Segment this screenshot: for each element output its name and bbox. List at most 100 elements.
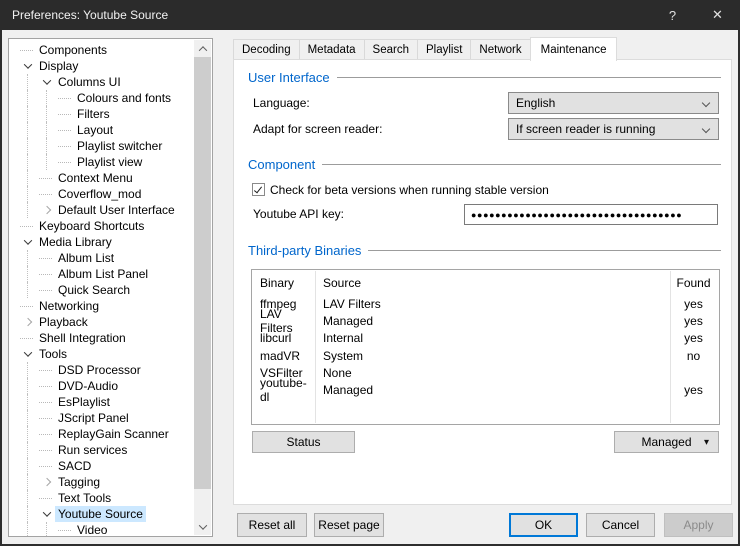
- tree-item-dvd-audio[interactable]: DVD-Audio: [9, 378, 212, 394]
- chevron-right-icon[interactable]: [19, 314, 36, 330]
- chevron-right-icon[interactable]: [38, 474, 55, 490]
- column-header-binary[interactable]: Binary: [252, 276, 315, 290]
- cell-source: System: [315, 349, 668, 363]
- section-divider: [368, 250, 721, 251]
- tree-item-media-library[interactable]: Media Library: [9, 234, 212, 250]
- tree-item-label: EsPlaylist: [55, 394, 113, 410]
- apply-button: Apply: [664, 513, 733, 537]
- table-header[interactable]: Binary Source Found: [252, 273, 719, 293]
- tree-item-tools[interactable]: Tools: [9, 346, 212, 362]
- chevron-down-icon[interactable]: [19, 234, 36, 250]
- tree-item-esplaylist[interactable]: EsPlaylist: [9, 394, 212, 410]
- tree-item-label: Tagging: [55, 474, 103, 490]
- chevron-down-icon[interactable]: [38, 506, 55, 522]
- cancel-button[interactable]: Cancel: [586, 513, 655, 537]
- cell-source: Managed: [315, 383, 668, 397]
- tree-item-networking[interactable]: Networking: [9, 298, 212, 314]
- tree-connector: [38, 490, 55, 506]
- tree-item-jscript-panel[interactable]: JScript Panel: [9, 410, 212, 426]
- tree-item-youtube-source[interactable]: Youtube Source: [9, 506, 212, 522]
- api-key-label: Youtube API key:: [253, 207, 344, 221]
- table-row[interactable]: madVR System no: [252, 347, 719, 364]
- ok-button[interactable]: OK: [509, 513, 578, 537]
- close-button[interactable]: ✕: [695, 0, 740, 30]
- tab-decoding[interactable]: Decoding: [233, 39, 300, 60]
- chevron-down-icon: [702, 99, 710, 107]
- reset-page-button[interactable]: Reset page: [314, 513, 384, 537]
- api-key-field[interactable]: ●●●●●●●●●●●●●●●●●●●●●●●●●●●●●●●●●●●: [464, 204, 718, 225]
- tree-item-tagging[interactable]: Tagging: [9, 474, 212, 490]
- column-header-source[interactable]: Source: [315, 276, 668, 290]
- tree-item-label: SACD: [55, 458, 94, 474]
- section-third-party-binaries: Third-party Binaries: [248, 242, 721, 259]
- tree-item-layout[interactable]: Layout: [9, 122, 212, 138]
- cell-source: LAV Filters: [315, 297, 668, 311]
- chevron-down-icon[interactable]: [19, 346, 36, 362]
- source-dropdown-button[interactable]: Managed ▾: [614, 431, 719, 453]
- tree-item-album-list-panel[interactable]: Album List Panel: [9, 266, 212, 282]
- tree-item-default-user-interface[interactable]: Default User Interface: [9, 202, 212, 218]
- table-row[interactable]: ffmpeg LAV Filters yes: [252, 295, 719, 312]
- cell-binary: youtube-dl: [252, 376, 315, 404]
- scroll-up-icon[interactable]: [194, 40, 211, 57]
- tree-item-colours-and-fonts[interactable]: Colours and fonts: [9, 90, 212, 106]
- tree-item-label: Album List: [55, 250, 117, 266]
- screen-reader-select[interactable]: If screen reader is running: [508, 118, 719, 140]
- table-row[interactable]: VSFilter None: [252, 364, 719, 381]
- help-button[interactable]: ?: [650, 0, 695, 30]
- tree-item-label: Quick Search: [55, 282, 133, 298]
- column-header-found[interactable]: Found: [668, 276, 719, 290]
- tree-item-coverflow-mod[interactable]: Coverflow_mod: [9, 186, 212, 202]
- tree-item-playlist-switcher[interactable]: Playlist switcher: [9, 138, 212, 154]
- tree-scrollbar[interactable]: [194, 40, 211, 535]
- tree-connector: [57, 106, 74, 122]
- tree-item-label: Text Tools: [55, 490, 114, 506]
- section-divider: [337, 77, 721, 78]
- tree-item-display[interactable]: Display: [9, 58, 212, 74]
- checkmark-icon: [254, 185, 262, 194]
- tree-item-filters[interactable]: Filters: [9, 106, 212, 122]
- status-button[interactable]: Status: [252, 431, 355, 453]
- tree-item-label: Playback: [36, 314, 91, 330]
- tree-item-columns-ui[interactable]: Columns UI: [9, 74, 212, 90]
- tree-item-quick-search[interactable]: Quick Search: [9, 282, 212, 298]
- cell-binary: madVR: [252, 349, 315, 363]
- tree-item-components[interactable]: Components: [9, 42, 212, 58]
- tree-connector: [57, 138, 74, 154]
- tab-strip: Decoding Metadata Search Playlist Networ…: [233, 36, 616, 60]
- language-select[interactable]: English: [508, 92, 719, 114]
- tab-playlist[interactable]: Playlist: [417, 39, 471, 60]
- tree-item-label: Default User Interface: [55, 202, 178, 218]
- chevron-right-icon[interactable]: [38, 202, 55, 218]
- tree-item-replaygain-scanner[interactable]: ReplayGain Scanner: [9, 426, 212, 442]
- tree-connector: [19, 218, 36, 234]
- tree-item-playlist-view[interactable]: Playlist view: [9, 154, 212, 170]
- tab-metadata[interactable]: Metadata: [299, 39, 365, 60]
- tree-item-label: Media Library: [36, 234, 115, 250]
- tree-item-run-services[interactable]: Run services: [9, 442, 212, 458]
- tree-item-playback[interactable]: Playback: [9, 314, 212, 330]
- tree-connector: [57, 122, 74, 138]
- table-row[interactable]: LAV Filters Managed yes: [252, 312, 719, 329]
- dropdown-arrow-icon: ▾: [704, 437, 709, 448]
- section-divider: [322, 164, 721, 165]
- tree-item-context-menu[interactable]: Context Menu: [9, 170, 212, 186]
- tree-item-shell-integration[interactable]: Shell Integration: [9, 330, 212, 346]
- tree-item-text-tools[interactable]: Text Tools: [9, 490, 212, 506]
- scroll-down-icon[interactable]: [194, 518, 211, 535]
- tree-item-video[interactable]: Video: [9, 522, 212, 537]
- tab-network[interactable]: Network: [470, 39, 530, 60]
- scrollbar-thumb[interactable]: [194, 57, 211, 489]
- reset-all-button[interactable]: Reset all: [237, 513, 307, 537]
- chevron-down-icon[interactable]: [19, 58, 36, 74]
- tab-search[interactable]: Search: [364, 39, 418, 60]
- tree-item-sacd[interactable]: SACD: [9, 458, 212, 474]
- tree-item-keyboard-shortcuts[interactable]: Keyboard Shortcuts: [9, 218, 212, 234]
- beta-versions-checkbox[interactable]: [252, 183, 265, 196]
- tree-item-album-list[interactable]: Album List: [9, 250, 212, 266]
- tab-maintenance[interactable]: Maintenance: [530, 37, 618, 61]
- chevron-down-icon[interactable]: [38, 74, 55, 90]
- table-row[interactable]: youtube-dl Managed yes: [252, 381, 719, 398]
- tree-item-dsd-processor[interactable]: DSD Processor: [9, 362, 212, 378]
- table-row[interactable]: libcurl Internal yes: [252, 330, 719, 347]
